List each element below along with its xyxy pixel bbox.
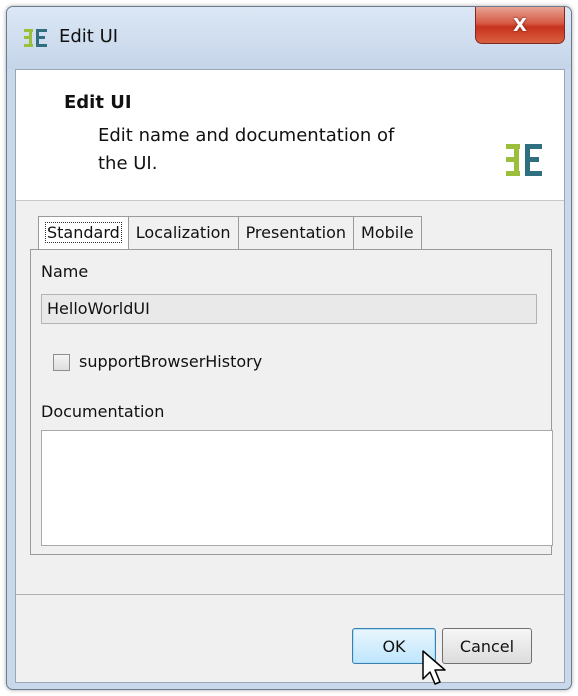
cancel-button[interactable]: Cancel: [442, 628, 532, 664]
header-title: Edit UI: [64, 92, 132, 113]
name-field[interactable]: HelloWorldUI: [41, 294, 537, 324]
documentation-label: Documentation: [41, 402, 165, 421]
name-label: Name: [41, 262, 89, 281]
footer-divider: [16, 594, 564, 595]
tab-presentation[interactable]: Presentation: [237, 216, 355, 250]
close-icon: X: [513, 14, 527, 36]
support-browser-history-checkbox[interactable]: [53, 354, 70, 371]
tab-localization[interactable]: Localization: [127, 216, 239, 250]
tab-mobile[interactable]: Mobile: [353, 216, 422, 250]
dialog-body: Edit UI Edit name and documentation of t…: [15, 69, 565, 683]
tab-standard[interactable]: Standard: [38, 216, 129, 250]
dialog-window: Edit UI X Edit UI Edit name and document…: [6, 6, 572, 690]
app-logo-icon: [24, 29, 47, 47]
close-button[interactable]: X: [475, 7, 565, 44]
documentation-textarea[interactable]: [41, 430, 553, 546]
header-description: Edit name and documentation of the UI.: [98, 125, 395, 174]
title-bar[interactable]: Edit UI X: [7, 7, 571, 69]
support-browser-history-label[interactable]: supportBrowserHistory: [79, 352, 262, 371]
window-title: Edit UI: [59, 26, 119, 47]
app-logo-icon: [506, 144, 542, 176]
standard-tab-panel: Name HelloWorldUI supportBrowserHistory …: [30, 249, 553, 555]
mouse-pointer-icon: [422, 650, 446, 685]
dialog-header: Edit UI Edit name and documentation of t…: [16, 70, 564, 201]
tab-bar: Standard Localization Presentation Mobil…: [38, 216, 422, 250]
